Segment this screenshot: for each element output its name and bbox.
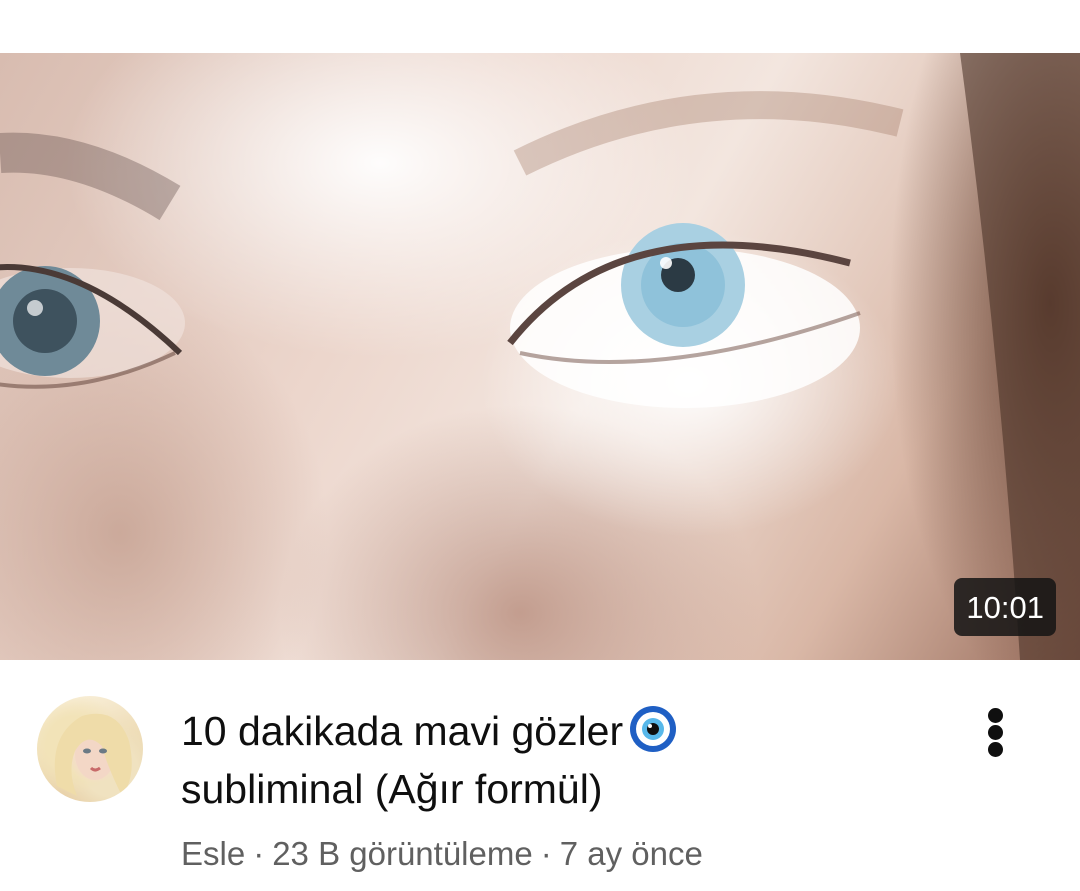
upload-age: 7 ay önce: [559, 835, 703, 872]
duration-badge: 10:01: [954, 578, 1056, 636]
view-count: 23 B görüntüleme: [272, 835, 533, 872]
video-card[interactable]: 10:01 10 dakikada mavi gözler subliminal…: [0, 0, 1080, 891]
video-title[interactable]: 10 dakikada mavi gözler subliminal (Ağır…: [181, 702, 801, 818]
video-meta: Esle · 23 B görüntüleme · 7 ay önce: [181, 834, 703, 874]
avatar-image: [54, 713, 132, 796]
channel-avatar[interactable]: [37, 696, 143, 802]
more-vertical-icon: [988, 725, 1003, 740]
meta-separator: ·: [253, 835, 265, 872]
more-vertical-icon: [988, 708, 1003, 723]
more-vertical-icon: [988, 742, 1003, 757]
more-options-button[interactable]: [966, 700, 1026, 764]
channel-name[interactable]: Esle: [181, 835, 245, 872]
meta-separator: ·: [540, 835, 552, 872]
video-title-line1: 10 dakikada mavi gözler: [181, 708, 624, 754]
nazar-boncugu-icon: [629, 705, 677, 753]
video-thumbnail[interactable]: 10:01: [0, 53, 1080, 660]
thumbnail-image: [0, 53, 1080, 660]
video-title-line2: subliminal (Ağır formül): [181, 766, 603, 812]
